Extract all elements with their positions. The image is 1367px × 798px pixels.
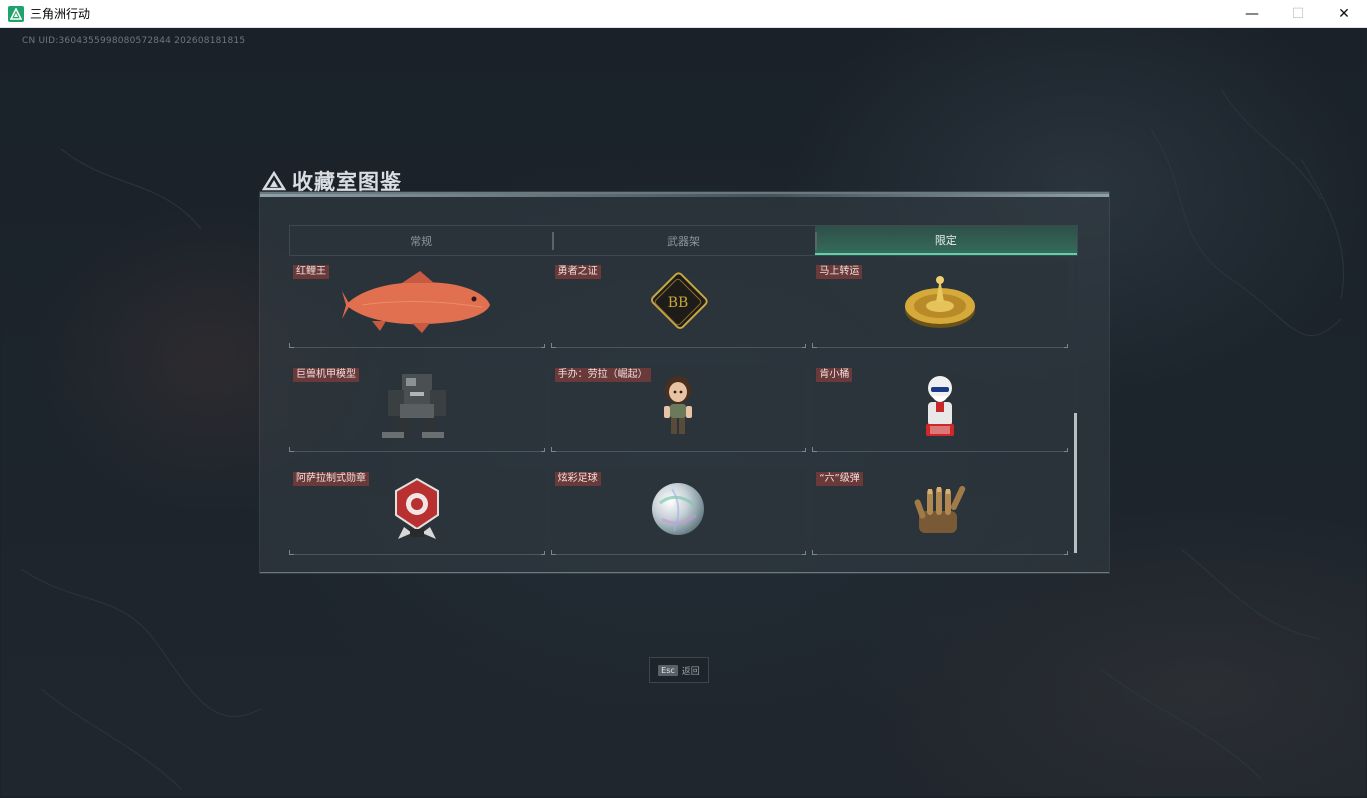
item-label: 肯小桶 — [816, 368, 853, 383]
collection-item[interactable]: 手办：劳拉（崛起） — [550, 364, 807, 452]
collection-item[interactable]: 肯小桶 — [812, 364, 1068, 452]
close-button[interactable]: ✕ — [1321, 0, 1367, 28]
item-label: 阿萨拉制式勋章 — [293, 471, 369, 486]
window-titlebar: 三角洲行动 — ☐ ✕ — [0, 0, 1367, 28]
item-label: 炫彩足球 — [554, 471, 601, 486]
bullet-hand-icon — [914, 486, 966, 534]
minimize-button[interactable]: — — [1229, 0, 1275, 28]
tab-weapon-rack[interactable]: 武器架 — [552, 226, 814, 255]
collection-item[interactable]: 巨兽机甲模型 — [289, 364, 545, 452]
golden-roulette-icon — [905, 276, 976, 329]
item-label: 手办：劳拉（崛起） — [554, 368, 651, 383]
collection-panel: 常规 武器架 限定 红鲤王 勇者之证 BB 马上转运 巨兽机甲模型 手办：劳拉（… — [260, 192, 1109, 573]
collection-item[interactable]: “六”级弹 — [812, 467, 1068, 556]
maximize-button[interactable]: ☐ — [1275, 0, 1321, 28]
colonel-figure-icon — [926, 375, 955, 436]
medal-icon — [394, 477, 439, 540]
window-title: 三角洲行动 — [30, 7, 91, 21]
esc-key-badge: Esc — [658, 664, 678, 676]
collection-item[interactable]: 勇者之证 BB — [550, 261, 807, 349]
panel-top-border — [260, 194, 1109, 197]
grid-scrollbar[interactable] — [1074, 261, 1077, 555]
item-label: 红鲤王 — [293, 265, 329, 279]
collection-item[interactable]: 马上转运 — [812, 261, 1068, 349]
player-uid: CN UID:3604355998080572844 202608181815 — [22, 36, 246, 46]
back-button[interactable]: Esc 返回 — [649, 657, 709, 683]
tab-bar: 常规 武器架 限定 — [289, 225, 1078, 256]
scrollbar-thumb[interactable] — [1074, 413, 1077, 553]
mech-model-icon — [381, 373, 446, 440]
tab-limited[interactable]: 限定 — [814, 226, 1077, 255]
iridescent-ball-icon — [652, 483, 705, 536]
delta-triangle-icon — [8, 5, 24, 22]
collection-grid: 红鲤王 勇者之证 BB 马上转运 巨兽机甲模型 手办：劳拉（崛起） 肯小桶 阿萨… — [289, 261, 1078, 556]
delta-triangle-icon — [262, 171, 286, 191]
lara-figure-icon — [664, 375, 693, 434]
collection-item[interactable]: 阿萨拉制式勋章 — [289, 467, 545, 556]
item-label: 巨兽机甲模型 — [293, 368, 359, 383]
red-carp-icon — [341, 271, 490, 334]
tab-regular[interactable]: 常规 — [290, 226, 552, 255]
item-label: “六”级弹 — [816, 471, 863, 486]
item-label: 勇者之证 — [554, 265, 601, 279]
brave-badge-icon: BB — [651, 272, 709, 330]
item-label: 马上转运 — [816, 265, 863, 279]
svg-text:BB: BB — [668, 295, 689, 311]
back-label: 返回 — [681, 666, 700, 677]
collection-item[interactable]: 红鲤王 — [289, 261, 545, 349]
collection-item[interactable]: 炫彩足球 — [550, 467, 807, 556]
